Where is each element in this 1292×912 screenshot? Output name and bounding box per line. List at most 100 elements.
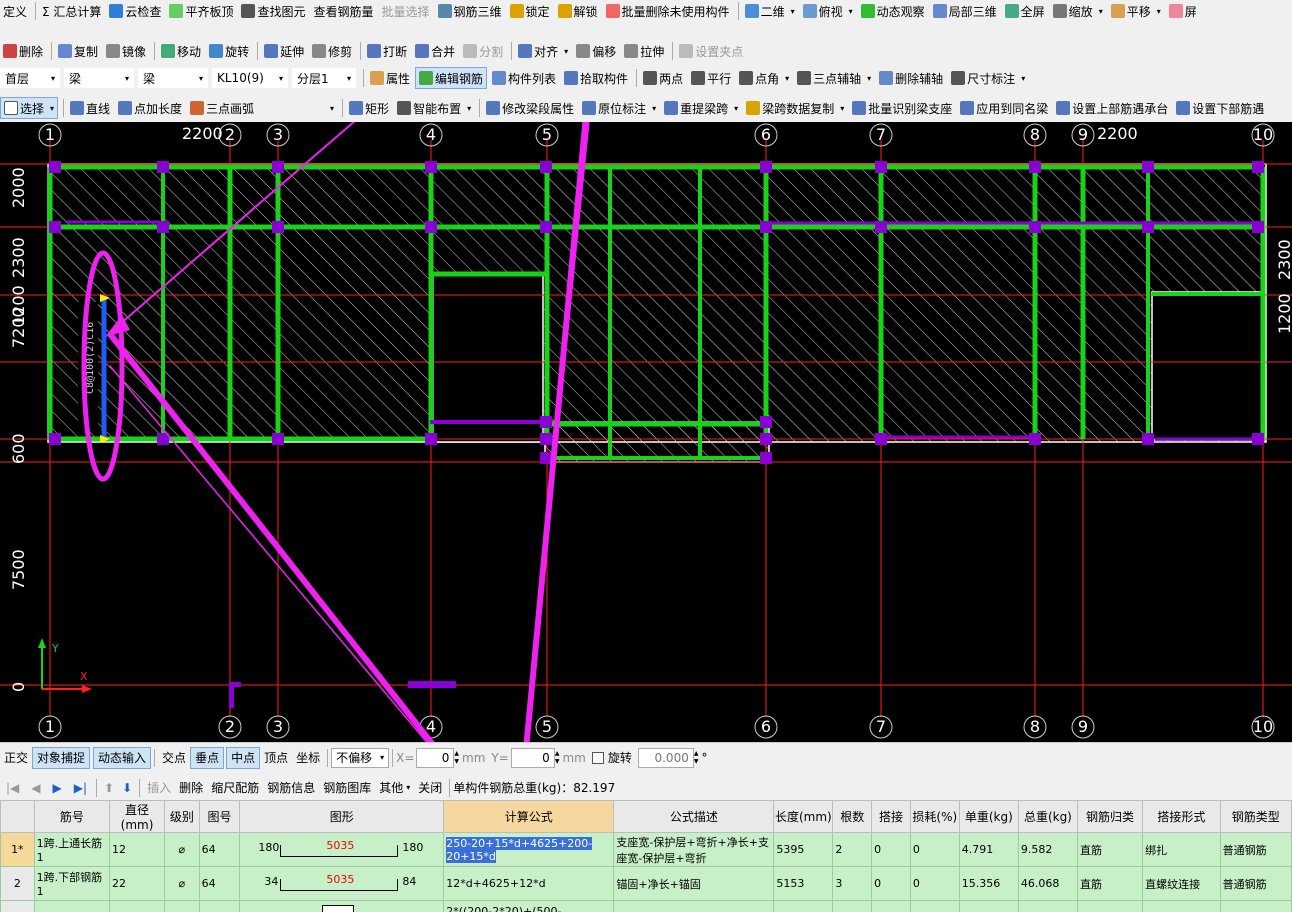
flush-slab-top-button[interactable]: 平齐板顶 [166,0,236,22]
layer-select[interactable]: 分层1 ▾ [292,68,356,88]
col-header-count[interactable]: 根数 [832,800,873,833]
cell-total-weight[interactable]: 9.582 [1017,832,1078,867]
col-header-lap-form[interactable]: 搭接形式 [1142,800,1221,833]
cell-lap-form[interactable]: 绑扎 [1142,832,1221,867]
cell-diameter[interactable]: 22 [109,866,166,901]
row-number[interactable]: 1* [0,832,35,867]
col-header-category[interactable]: 钢筋归类 [1076,800,1144,833]
move-down-icon[interactable]: ⬇ [122,781,132,795]
y-input[interactable]: 0 [510,747,555,768]
table-row[interactable]: 1* 1跨.上通长筋1 12 ⌀ 64 180 5035 180 250-20+15*d+462… [0,832,1292,867]
cell-total-weight[interactable]: 26.548 [1017,900,1078,912]
define-button[interactable]: 定义 [0,0,30,22]
cell-lap[interactable]: 0 [871,832,911,867]
x-spinner[interactable]: ▲ ▼ [454,750,459,766]
prev-icon[interactable]: ◀ [31,781,40,795]
column[interactable] [425,433,437,445]
three-point-arc-dropdown[interactable]: 三点画弧 ▾ [187,97,337,119]
column[interactable] [1252,433,1264,445]
cell-rebar-type[interactable]: 普通钢筋 [1219,900,1292,912]
cell-formula[interactable]: 250-20+15*d+4625+200-20+15*d [443,832,615,867]
category-select[interactable]: 梁 ▾ [64,68,134,88]
table-row[interactable]: 2 1跨.下部钢筋1 22 ⌀ 64 34 5035 84 12*d+4625+12*d 锚固+净… [0,866,1292,901]
table-row[interactable]: 31跨.箍筋18⌀1954601602*((200-2*20)+(500-2*2… [0,900,1292,912]
break-button[interactable]: 打断 [364,40,410,62]
cell-bar-no[interactable]: 1跨.下部钢筋1 [33,866,111,901]
column[interactable] [760,416,772,428]
modify-beam-props-button[interactable]: 修改梁段属性 [483,97,577,119]
cell-formula[interactable]: 2*((200-2*20)+(500-2*20))+2*(11.9*d) [443,900,615,912]
column[interactable] [1029,221,1041,233]
split-button[interactable]: 分割 [460,40,506,62]
column[interactable] [540,221,552,233]
close-button[interactable]: 关闭 [414,779,446,796]
align-dropdown[interactable]: 对齐 ▾ [515,40,571,62]
rotate-button[interactable]: 旋转 [206,40,252,62]
column[interactable] [272,221,284,233]
cell-figure-no[interactable]: 64 [198,866,241,901]
cell-grade[interactable]: ⌀ [164,866,200,901]
smart-layout-dropdown[interactable]: 智能布置 ▾ [394,97,474,119]
col-header-bar-no[interactable]: 筋号 [33,800,111,833]
column[interactable] [1142,433,1154,445]
batch-delete-unused-button[interactable]: 批量删除未使用构件 [603,0,733,22]
rebar-info-button[interactable]: 钢筋信息 [263,779,319,796]
offset-mode-select[interactable]: 不偏移 ▾ [331,747,390,768]
cell-total-weight[interactable]: 46.068 [1017,866,1078,901]
two-point-button[interactable]: 两点 [640,67,686,89]
col-header-shape[interactable]: 图形 [239,800,445,833]
edit-rebar-button[interactable]: 编辑钢筋 [415,67,488,89]
cell-unit-weight[interactable]: 15.356 [958,866,1019,901]
midpoint-snap-button[interactable]: 中点 [226,746,261,769]
delete-button[interactable]: 删除 [0,40,46,62]
cell-loss[interactable]: 0 [909,832,960,867]
coordinate-snap-button[interactable]: 坐标 [292,749,324,766]
cell-length[interactable]: 5153 [773,866,834,901]
cell-bar-no[interactable]: 1跨.箍筋1 [33,900,111,912]
column[interactable] [157,161,169,173]
column[interactable] [272,161,284,173]
cell-figure-no[interactable]: 64 [198,832,241,867]
cell-category[interactable]: 箍筋 [1076,900,1144,912]
batch-identify-support-button[interactable]: 批量识别梁支座 [849,97,955,119]
screen-button[interactable]: 屏 [1166,0,1200,22]
mirror-button[interactable]: 镜像 [103,40,149,62]
cell-lap-form[interactable]: 直螺纹连接 [1142,866,1221,901]
cell-grade[interactable]: ⌀ [164,832,200,867]
cell-lap[interactable]: 0 [871,866,911,901]
cad-drawing[interactable]: 1 2 3 4 5 6 7 8 9 101 2 3 4 5 6 7 8 9 10 2200 2200200023001… [0,122,1292,742]
sum-calc-button[interactable]: Σ 汇总计算 [39,0,104,22]
rebar-3d-button[interactable]: 钢筋三维 [435,0,505,22]
cell-diameter[interactable]: 12 [109,832,166,867]
extend-button[interactable]: 延伸 [261,40,307,62]
element-list-button[interactable]: 构件列表 [489,67,559,89]
ortho-button[interactable]: 正交 [0,749,32,766]
point-angle-dropdown[interactable]: 点角 ▾ [736,67,792,89]
view-2d-dropdown[interactable]: 二维 ▾ [742,0,798,22]
cell-length[interactable]: 1430 [773,900,834,912]
y-spinner[interactable]: ▲ ▼ [555,750,560,766]
column[interactable] [425,221,437,233]
col-header-figure-no[interactable]: 图号 [198,800,241,833]
offset-button[interactable]: 偏移 [573,40,619,62]
three-point-axis-dropdown[interactable]: 三点辅轴 ▾ [794,67,874,89]
cell-count[interactable]: 3 [832,866,873,901]
cell-bar-no[interactable]: 1跨.上通长筋1 [33,832,111,867]
cell-shape[interactable]: 460160 [239,900,445,912]
rotate-checkbox[interactable] [591,751,604,764]
rotate-spinner[interactable]: ▲ ▼ [694,750,699,766]
cell-formula-desc[interactable]: 锚固+净长+锚固 [613,866,775,901]
line-button[interactable]: 直线 [67,97,113,119]
column[interactable] [540,433,552,445]
find-element-button[interactable]: 查找图元 [238,0,308,22]
last-icon[interactable]: ▶| [74,781,87,795]
view-rebar-qty-button[interactable]: 查看钢筋量 [310,0,376,22]
unlock-button[interactable]: 解锁 [555,0,601,22]
col-header-total-weight[interactable]: 总重(kg) [1017,800,1078,833]
re-extract-span-dropdown[interactable]: 重提梁跨 ▾ [661,97,741,119]
stretch-button[interactable]: 拉伸 [621,40,667,62]
column[interactable] [49,433,61,445]
cell-unit-weight[interactable]: 4.791 [958,832,1019,867]
x-input[interactable]: 0 [416,747,455,768]
cell-rebar-type[interactable]: 普通钢筋 [1219,866,1292,901]
